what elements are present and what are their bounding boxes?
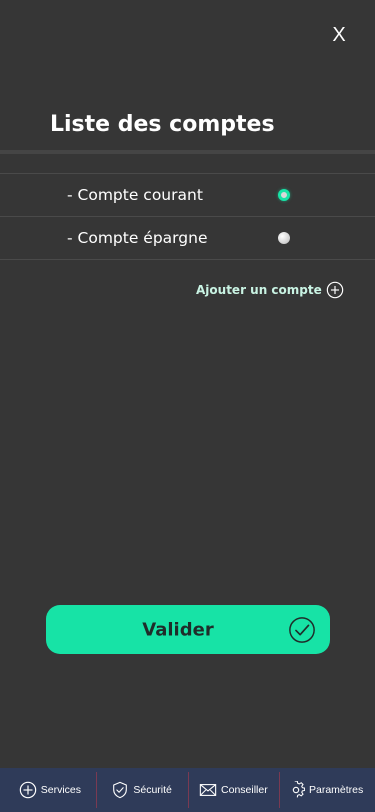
nav-item-parametres[interactable]: Paramètres — [279, 768, 371, 812]
nav-item-securite[interactable]: Sécurité — [95, 768, 188, 812]
account-row-compte-courant[interactable]: - Compte courant — [0, 174, 375, 216]
nav-label: Paramètres — [308, 784, 364, 796]
account-row-compte-epargne[interactable]: - Compte épargne — [0, 217, 375, 259]
radio-selected[interactable] — [278, 189, 290, 201]
nav-item-conseiller[interactable]: Conseiller — [187, 768, 280, 812]
envelope-icon — [199, 784, 217, 796]
account-label: - Compte épargne — [67, 229, 208, 247]
check-circle-icon — [289, 616, 315, 643]
nav-label: Sécurité — [133, 784, 172, 796]
add-account-label: Ajouter un compte — [196, 283, 322, 297]
account-label: - Compte courant — [67, 186, 203, 204]
nav-label: Conseiller — [221, 784, 268, 796]
radio-unselected[interactable] — [278, 232, 290, 244]
bottom-navigation: Services Sécurité Conseiller Paramètres — [0, 768, 375, 812]
plus-circle-icon — [19, 781, 36, 799]
title-divider — [0, 150, 375, 154]
add-account-button[interactable]: Ajouter un compte — [196, 280, 344, 300]
validate-button[interactable]: Valider — [46, 605, 330, 654]
shield-check-icon — [113, 781, 128, 799]
close-button[interactable]: X — [326, 22, 352, 48]
nav-label: Services — [40, 784, 81, 796]
account-list-divider — [0, 259, 375, 260]
plus-circle-icon — [326, 281, 343, 299]
nav-item-services[interactable]: Services — [4, 768, 96, 812]
page-title: Liste des comptes — [50, 112, 275, 137]
gear-icon — [292, 781, 305, 798]
